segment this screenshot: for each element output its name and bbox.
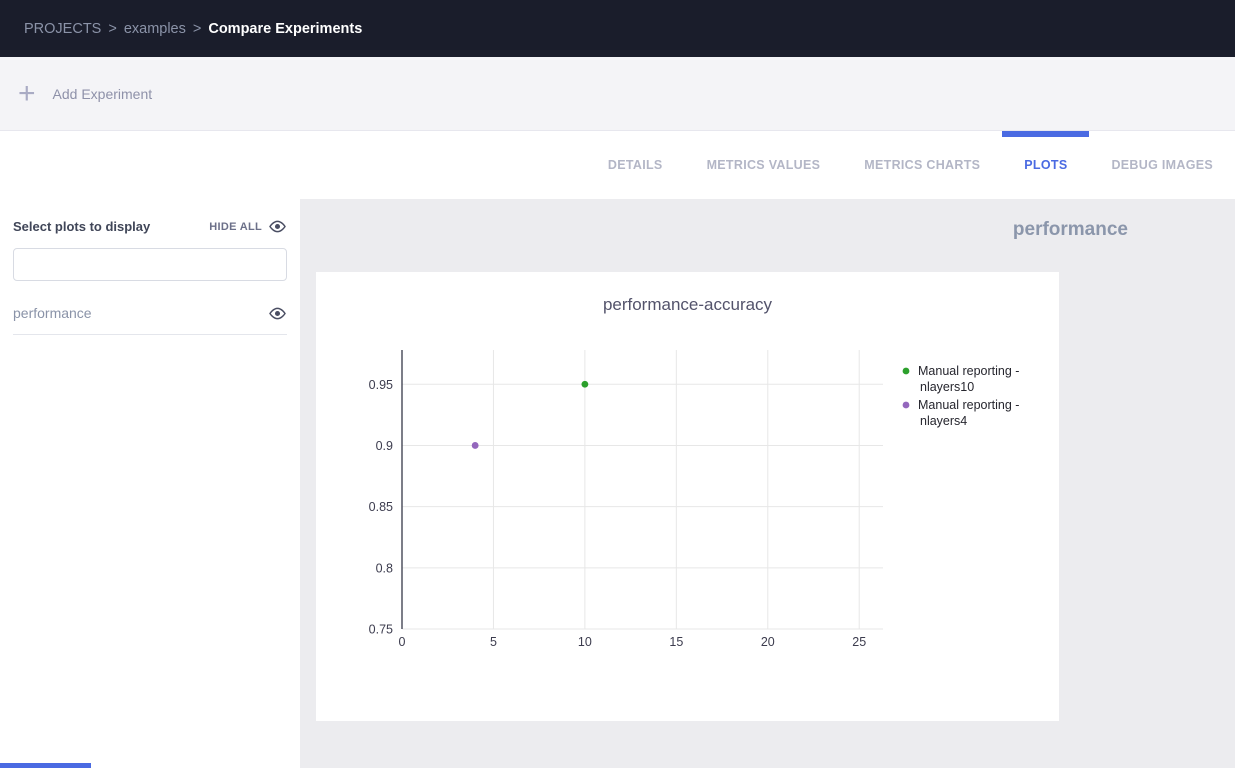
data-point[interactable]: [472, 442, 479, 449]
y-tick-label: 0.75: [369, 623, 393, 637]
breadcrumb-separator: >: [108, 21, 116, 37]
sidebar-title: Select plots to display: [13, 219, 150, 234]
scatter-plot: 0.75 0.8 0.85 0.9 0.95 0 5 10 15 20 25 Manual repor…: [316, 323, 1059, 663]
chart-title: performance-accuracy: [316, 272, 1059, 315]
breadcrumb-examples[interactable]: examples: [124, 21, 186, 37]
plot-list: performance: [13, 289, 287, 335]
add-experiment-bar: + Add Experiment: [0, 57, 1235, 131]
y-tick-label: 0.95: [369, 378, 393, 392]
x-tick-label: 20: [761, 635, 775, 649]
hide-all-button[interactable]: HIDE ALL: [209, 220, 287, 233]
plot-filter-input[interactable]: [13, 248, 287, 281]
breadcrumb-projects[interactable]: PROJECTS: [24, 21, 101, 37]
legend-marker[interactable]: [903, 402, 910, 409]
top-header: PROJECTS > examples > Compare Experiment…: [0, 0, 1235, 57]
y-tick-label: 0.9: [376, 439, 393, 453]
chart-card: performance-accuracy 0.750.80.850.90.950…: [316, 272, 1059, 721]
x-tick-label: 10: [578, 635, 592, 649]
x-tick-label: 25: [852, 635, 866, 649]
breadcrumb: PROJECTS > examples > Compare Experiment…: [24, 21, 362, 37]
tab-metrics-charts[interactable]: METRICS CHARTS: [842, 131, 1002, 199]
metric-group-title: performance: [1013, 219, 1128, 241]
add-experiment-label: Add Experiment: [53, 86, 153, 102]
tab-details[interactable]: DETAILS: [586, 131, 685, 199]
toggle-plot-visibility-button[interactable]: [268, 307, 287, 320]
y-tick-label: 0.8: [376, 561, 393, 575]
tab-bar: DETAILSMETRICS VALUESMETRICS CHARTSPLOTS…: [0, 131, 1235, 199]
x-tick-label: 15: [669, 635, 683, 649]
breadcrumb-current: Compare Experiments: [208, 21, 362, 37]
breadcrumb-separator: >: [193, 21, 201, 37]
plots-panel: performance performance-accuracy 0.75 0.8…: [300, 199, 1235, 768]
horizontal-scrollbar-thumb[interactable]: [0, 763, 91, 768]
tab-metrics-values[interactable]: METRICS VALUES: [685, 131, 843, 199]
app-root: PROJECTS > examples > Compare Experiment…: [0, 0, 1235, 768]
eye-icon: [268, 220, 287, 233]
tab-plots[interactable]: PLOTS: [1002, 131, 1089, 199]
tab-debug-images[interactable]: DEBUG IMAGES: [1089, 131, 1235, 199]
legend-marker[interactable]: [903, 368, 910, 375]
sidebar-header: Select plots to display HIDE ALL: [13, 219, 287, 234]
hide-all-label: HIDE ALL: [209, 221, 262, 233]
plot-list-item: performance: [13, 289, 287, 335]
x-tick-label: 0: [399, 635, 406, 649]
legend-label[interactable]: Manual reporting -nlayers10: [918, 364, 1019, 394]
y-tick-label: 0.85: [369, 500, 393, 514]
content-area: Select plots to display HIDE ALL perform…: [0, 199, 1235, 768]
legend-label[interactable]: Manual reporting -nlayers4: [918, 398, 1019, 428]
eye-icon: [268, 307, 287, 320]
x-tick-label: 5: [490, 635, 497, 649]
metric-group-header: performance: [300, 199, 1235, 261]
plot-selection-sidebar: Select plots to display HIDE ALL perform…: [0, 199, 300, 768]
plus-icon: +: [18, 79, 36, 109]
plot-item-label[interactable]: performance: [13, 305, 92, 321]
add-experiment-button[interactable]: + Add Experiment: [18, 79, 152, 109]
data-point[interactable]: [581, 381, 588, 388]
